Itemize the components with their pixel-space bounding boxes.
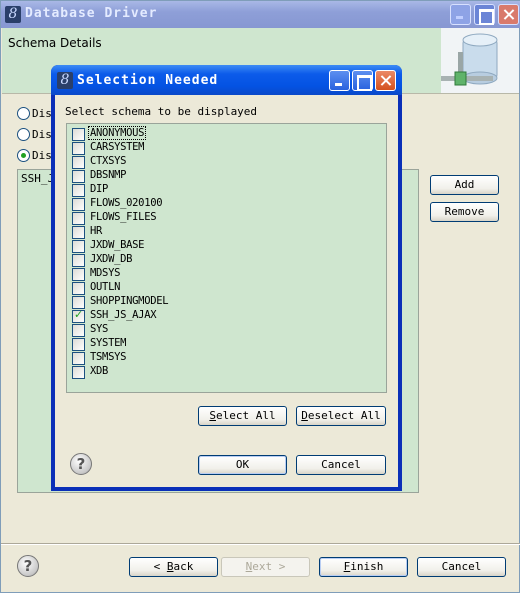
select-all-label: elect All	[216, 409, 276, 422]
eclipse-8-icon: 8	[5, 6, 21, 23]
dialog-title-bar[interactable]: 8 Selection Needed	[51, 65, 402, 95]
schema-label: CARSYSTEM	[90, 141, 145, 153]
next-button[interactable]: Next >	[221, 557, 310, 577]
schema-label: DIP	[90, 183, 109, 195]
schema-checkbox[interactable]	[72, 184, 85, 197]
window-title: Database Driver	[25, 6, 158, 21]
select-all-mnemonic: S	[209, 409, 216, 422]
dialog-cancel-button[interactable]: Cancel	[296, 455, 386, 475]
select-all-button[interactable]: Select All	[198, 406, 287, 426]
database-connection-icon	[441, 28, 519, 93]
schema-label: SYS	[90, 323, 109, 335]
schema-checkbox[interactable]	[72, 268, 85, 281]
finish-button[interactable]: Finish	[319, 557, 408, 577]
remove-button[interactable]: Remove	[430, 202, 499, 222]
schema-checkbox[interactable]	[72, 156, 85, 169]
schema-checkbox-list[interactable]: ANONYMOUS CARSYSTEM CTXSYS DBSNMP DIP FLOWS_0…	[66, 123, 387, 393]
radio-option-3-label: Dis	[32, 149, 52, 162]
dialog-close-button[interactable]	[375, 70, 396, 91]
dialog-body: Select schema to be displayed ANONYMOUS C…	[55, 95, 398, 487]
dialog-prompt: Select schema to be displayed	[65, 105, 258, 118]
schema-checkbox[interactable]	[72, 226, 85, 239]
cancel-button[interactable]: Cancel	[417, 557, 506, 577]
help-icon[interactable]: ?	[17, 555, 39, 577]
deselect-all-button[interactable]: Deselect All	[296, 406, 386, 426]
schema-label: JXDW_BASE	[90, 239, 145, 251]
schema-label: SYSTEM	[90, 337, 127, 349]
schema-label: ANONYMOUS	[87, 126, 147, 140]
schema-label: FLOWS_FILES	[90, 211, 157, 223]
schema-checkbox[interactable]	[72, 352, 85, 365]
close-button[interactable]	[498, 4, 519, 25]
dialog-minimize-button[interactable]	[329, 70, 350, 91]
window-title-bar[interactable]: 8 Database Driver	[1, 1, 520, 28]
schema-checkbox[interactable]	[72, 324, 85, 337]
dialog-maximize-button[interactable]	[352, 70, 373, 91]
back-label: ack	[173, 560, 194, 573]
dialog-help-icon[interactable]: ?	[70, 453, 92, 475]
schema-checkbox[interactable]	[72, 366, 85, 379]
schema-label: OUTLN	[90, 281, 121, 293]
maximize-button[interactable]	[474, 4, 495, 25]
schema-checkbox[interactable]	[72, 212, 85, 225]
schema-label: XDB	[90, 365, 109, 377]
schema-label: TSMSYS	[90, 351, 127, 363]
deselect-all-mnemonic: D	[301, 409, 308, 422]
schema-label: SSH_JS_AJAX	[90, 309, 157, 321]
schema-label: HR	[90, 225, 103, 237]
schema-checkbox[interactable]	[72, 142, 85, 155]
next-label: ext >	[252, 560, 286, 573]
schema-label: JXDW_DB	[90, 253, 133, 265]
schema-checkbox[interactable]	[72, 282, 85, 295]
schema-label: MDSYS	[90, 267, 121, 279]
finish-label: inish	[350, 560, 384, 573]
radio-option-2[interactable]	[17, 128, 30, 141]
list-item[interactable]: SSH_J	[21, 172, 54, 185]
schema-checkbox[interactable]	[72, 308, 85, 323]
schema-checkbox[interactable]	[72, 198, 85, 211]
radio-option-2-label: Dis	[32, 128, 52, 141]
back-button[interactable]: < Back	[129, 557, 218, 577]
add-button[interactable]: Add	[430, 175, 499, 195]
deselect-all-label: eselect All	[307, 409, 381, 422]
schema-checkbox[interactable]	[72, 240, 85, 253]
selection-needed-dialog: 8 Selection Needed Select schema to be d…	[51, 65, 402, 491]
schema-checkbox[interactable]	[72, 128, 85, 141]
back-mnemonic: B	[166, 560, 174, 573]
ok-button[interactable]: OK	[198, 455, 287, 475]
schema-label: FLOWS_020100	[90, 197, 163, 209]
back-prefix: <	[153, 560, 167, 573]
eclipse-8-icon: 8	[57, 72, 73, 89]
schema-checkbox[interactable]	[72, 170, 85, 183]
page-title: Schema Details	[8, 36, 102, 50]
schema-label: SHOPPINGMODEL	[90, 295, 169, 307]
schema-label: DBSNMP	[90, 169, 127, 181]
schema-checkbox[interactable]	[72, 338, 85, 351]
schema-label: CTXSYS	[90, 155, 127, 167]
radio-option-1-label: Dis	[32, 107, 52, 120]
schema-checkbox[interactable]	[72, 254, 85, 267]
dialog-title: Selection Needed	[77, 73, 219, 88]
minimize-button[interactable]	[450, 4, 471, 25]
radio-option-1[interactable]	[17, 107, 30, 120]
radio-option-3[interactable]	[17, 149, 30, 162]
footer-separator	[1, 543, 520, 545]
